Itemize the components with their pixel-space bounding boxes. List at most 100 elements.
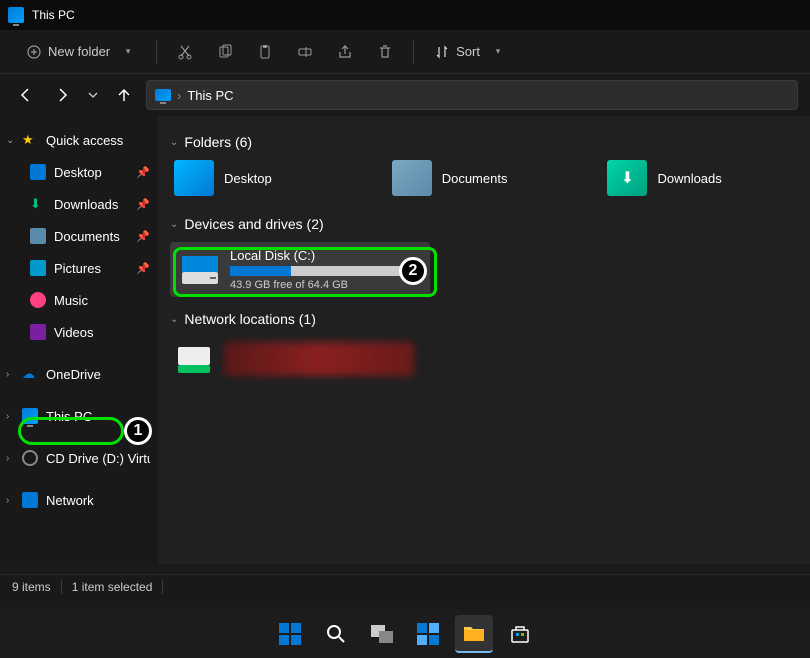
chevron-down-icon: ⌄ bbox=[170, 314, 178, 325]
sidebar-item-downloads[interactable]: ⬇ Downloads 📌 bbox=[0, 188, 158, 220]
sidebar-item-label: Music bbox=[54, 293, 88, 308]
chevron-right-icon: › bbox=[6, 411, 9, 422]
copy-button[interactable] bbox=[207, 38, 243, 66]
star-icon: ★ bbox=[22, 132, 38, 148]
new-folder-label: New folder bbox=[48, 44, 110, 59]
separator bbox=[156, 40, 157, 64]
window-title: This PC bbox=[32, 8, 75, 22]
sidebar-item-label: Videos bbox=[54, 325, 94, 340]
this-pc-label: This PC bbox=[46, 409, 92, 424]
folder-label: Downloads bbox=[657, 171, 721, 186]
share-button[interactable] bbox=[327, 38, 363, 66]
drive-local-disk-c[interactable]: Local Disk (C:) 43.9 GB free of 64.4 GB bbox=[170, 242, 430, 297]
videos-icon bbox=[30, 324, 46, 340]
section-title: Network locations (1) bbox=[184, 311, 316, 327]
copy-icon bbox=[217, 44, 233, 60]
sidebar-item-pictures[interactable]: Pictures 📌 bbox=[0, 252, 158, 284]
sidebar-onedrive[interactable]: › ☁ OneDrive bbox=[0, 358, 158, 390]
network-drive-icon bbox=[174, 341, 214, 377]
folder-label: Documents bbox=[442, 171, 508, 186]
sidebar-item-label: Documents bbox=[54, 229, 120, 244]
sidebar-item-label: Desktop bbox=[54, 165, 102, 180]
sidebar-item-label: Downloads bbox=[54, 197, 118, 212]
titlebar: This PC bbox=[0, 0, 810, 30]
folder-desktop[interactable]: Desktop bbox=[174, 160, 272, 196]
plus-icon bbox=[26, 44, 42, 60]
separator bbox=[61, 580, 62, 594]
trash-icon bbox=[377, 44, 393, 60]
task-view-button[interactable] bbox=[363, 615, 401, 653]
drive-name: Local Disk (C:) bbox=[230, 248, 420, 263]
network-location-item[interactable] bbox=[170, 337, 430, 381]
folder-documents[interactable]: Documents bbox=[392, 160, 508, 196]
main-panel: ⌄ Folders (6) Desktop Documents ⬇ Downlo… bbox=[158, 116, 810, 564]
pin-icon: 📌 bbox=[136, 262, 150, 275]
downloads-icon: ⬇ bbox=[30, 196, 46, 212]
breadcrumb-sep: › bbox=[177, 88, 181, 103]
chevron-right-icon: › bbox=[6, 495, 9, 506]
sidebar-item-documents[interactable]: Documents 📌 bbox=[0, 220, 158, 252]
start-button[interactable] bbox=[271, 615, 309, 653]
navbar: › This PC bbox=[0, 74, 810, 116]
chevron-down-icon: ▾ bbox=[490, 44, 506, 60]
cd-drive-label: CD Drive (D:) Virtual bbox=[46, 451, 150, 466]
chevron-down-icon: ⌄ bbox=[170, 219, 178, 230]
documents-icon bbox=[30, 228, 46, 244]
sidebar-item-music[interactable]: Music bbox=[0, 284, 158, 316]
disc-icon bbox=[22, 450, 38, 466]
new-folder-button[interactable]: New folder ▾ bbox=[16, 38, 146, 66]
sidebar-item-desktop[interactable]: Desktop 📌 bbox=[0, 156, 158, 188]
sidebar-cd-drive[interactable]: › CD Drive (D:) Virtual bbox=[0, 442, 158, 474]
quick-access-label: Quick access bbox=[46, 133, 123, 148]
delete-button[interactable] bbox=[367, 38, 403, 66]
folder-icon bbox=[174, 160, 214, 196]
sidebar: ⌄ ★ Quick access Desktop 📌 ⬇ Downloads 📌… bbox=[0, 116, 158, 564]
folder-downloads[interactable]: ⬇ Downloads bbox=[607, 160, 721, 196]
redacted-label bbox=[224, 342, 414, 376]
sidebar-item-videos[interactable]: Videos bbox=[0, 316, 158, 348]
up-button[interactable] bbox=[110, 81, 138, 109]
chevron-right-icon: › bbox=[6, 369, 9, 380]
rename-button[interactable] bbox=[287, 38, 323, 66]
drive-info: Local Disk (C:) 43.9 GB free of 64.4 GB bbox=[230, 248, 420, 291]
section-folders[interactable]: ⌄ Folders (6) bbox=[170, 134, 810, 150]
pin-icon: 📌 bbox=[136, 230, 150, 243]
sidebar-quick-access[interactable]: ⌄ ★ Quick access bbox=[0, 124, 158, 156]
breadcrumb-location[interactable]: This PC bbox=[187, 88, 233, 103]
this-pc-icon bbox=[22, 408, 38, 424]
chevron-right-icon: › bbox=[6, 453, 9, 464]
network-icon bbox=[22, 492, 38, 508]
content-area: ⌄ ★ Quick access Desktop 📌 ⬇ Downloads 📌… bbox=[0, 116, 810, 564]
chevron-down-icon: ⌄ bbox=[170, 137, 178, 148]
cloud-icon: ☁ bbox=[22, 366, 38, 382]
annotation-badge-2: 2 bbox=[399, 257, 427, 285]
chevron-down-icon: ⌄ bbox=[6, 135, 14, 146]
share-icon bbox=[337, 44, 353, 60]
search-button[interactable] bbox=[317, 615, 355, 653]
recent-button[interactable] bbox=[84, 81, 102, 109]
sort-button[interactable]: Sort ▾ bbox=[424, 38, 516, 66]
paste-button[interactable] bbox=[247, 38, 283, 66]
back-button[interactable] bbox=[12, 81, 40, 109]
rename-icon bbox=[297, 44, 313, 60]
drive-free-text: 43.9 GB free of 64.4 GB bbox=[230, 279, 420, 291]
desktop-icon bbox=[30, 164, 46, 180]
status-bar: 9 items 1 item selected bbox=[0, 574, 810, 599]
store-button[interactable] bbox=[501, 615, 539, 653]
address-bar[interactable]: › This PC bbox=[146, 80, 798, 110]
separator bbox=[162, 580, 163, 594]
cut-button[interactable] bbox=[167, 38, 203, 66]
separator bbox=[413, 40, 414, 64]
section-title: Devices and drives (2) bbox=[184, 216, 323, 232]
folder-icon: ⬇ bbox=[607, 160, 647, 196]
status-selected: 1 item selected bbox=[72, 580, 153, 594]
widgets-button[interactable] bbox=[409, 615, 447, 653]
forward-button[interactable] bbox=[48, 81, 76, 109]
section-network[interactable]: ⌄ Network locations (1) bbox=[170, 311, 810, 327]
section-drives[interactable]: ⌄ Devices and drives (2) bbox=[170, 216, 810, 232]
sidebar-network[interactable]: › Network bbox=[0, 484, 158, 516]
file-explorer-button[interactable] bbox=[455, 615, 493, 653]
sort-icon bbox=[434, 44, 450, 60]
network-label: Network bbox=[46, 493, 94, 508]
folders-row: Desktop Documents ⬇ Downloads bbox=[170, 160, 810, 196]
